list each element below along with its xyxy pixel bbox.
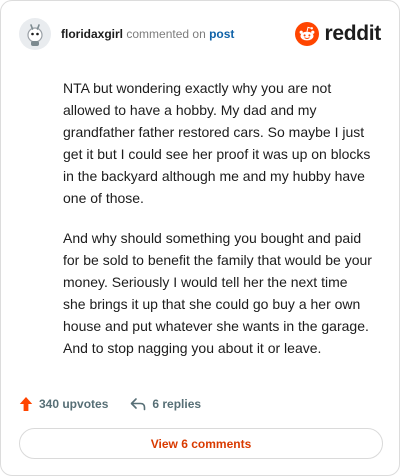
post-link[interactable]: post xyxy=(209,27,234,41)
upvote-button[interactable]: 340 upvotes xyxy=(19,396,108,412)
comment-actions: 340 upvotes 6 replies xyxy=(19,393,201,415)
upvote-count: 340 upvotes xyxy=(39,397,109,411)
view-comments-button[interactable]: View 6 comments xyxy=(19,428,383,459)
replies-count: 6 replies xyxy=(152,397,202,411)
comment-paragraph-1: NTA but wondering exactly why you are no… xyxy=(63,80,371,206)
commented-on-text: commented on xyxy=(126,27,206,41)
reddit-brand[interactable]: reddit xyxy=(295,22,381,46)
upvote-arrow-icon xyxy=(19,397,33,411)
comment-header: floridaxgirl commented on post reddit xyxy=(19,17,381,51)
replies-button[interactable]: 6 replies xyxy=(130,397,201,411)
reply-arrow-icon xyxy=(131,398,146,411)
reddit-wordmark: reddit xyxy=(324,22,381,45)
comment-paragraph-2: And why should something you bought and … xyxy=(63,230,372,356)
reddit-logo-icon xyxy=(295,22,320,46)
comment-card: floridaxgirl commented on post reddit NT… xyxy=(0,0,400,476)
comment-body: NTA but wondering exactly why you are no… xyxy=(63,77,373,377)
comment-meta: floridaxgirl commented on post xyxy=(61,26,234,42)
avatar-icon[interactable] xyxy=(19,18,51,50)
username-link[interactable]: floridaxgirl xyxy=(61,27,123,41)
